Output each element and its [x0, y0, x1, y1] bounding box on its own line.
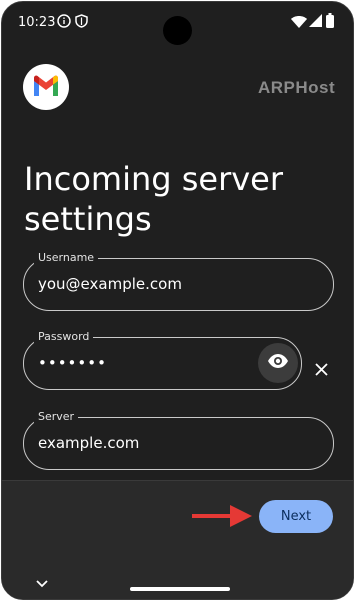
username-field[interactable]: Username you@example.com: [23, 251, 334, 311]
server-field[interactable]: Server example.com: [23, 410, 334, 470]
gmail-logo: [23, 64, 69, 110]
eye-icon: [267, 353, 289, 374]
battery-icon: [326, 13, 334, 33]
status-time: 10:23: [18, 15, 56, 30]
username-label: Username: [34, 251, 99, 264]
next-button[interactable]: Next: [259, 500, 333, 533]
password-label: Password: [34, 330, 94, 343]
page-title: Incoming server settings: [24, 160, 284, 239]
front-camera: [163, 16, 192, 45]
info-circle-icon: [57, 14, 71, 33]
server-label: Server: [34, 410, 79, 423]
wifi-icon: [291, 15, 307, 33]
home-indicator[interactable]: [130, 587, 230, 591]
chevron-down-icon[interactable]: [36, 575, 48, 593]
watermark-logo: ARPHost: [258, 78, 336, 97]
shield-icon: [75, 14, 88, 33]
phone-screen: 10:23 ARPHost Incoming server settings U…: [1, 1, 354, 600]
cellular-signal-icon: [309, 14, 322, 32]
show-password-button[interactable]: [258, 343, 298, 383]
password-value: •••••••: [38, 354, 107, 372]
password-field[interactable]: Password •••••••: [23, 330, 302, 390]
close-icon[interactable]: [314, 362, 329, 382]
bottom-action-bar: Next: [2, 480, 353, 599]
server-value: example.com: [38, 434, 140, 452]
red-arrow-annotation: [192, 504, 254, 533]
status-bar: 10:23: [2, 2, 353, 45]
username-value: you@example.com: [38, 275, 182, 293]
